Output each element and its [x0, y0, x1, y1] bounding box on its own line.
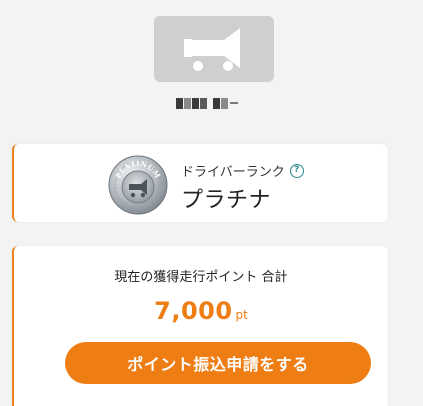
point-transfer-request-button[interactable]: ポイント振込申請をする — [65, 342, 371, 384]
username — [176, 96, 238, 110]
rank-caption-label: ドライバーランク — [181, 165, 285, 180]
truck-megaphone-icon — [184, 28, 240, 71]
avatar — [154, 16, 274, 82]
points-label: 現在の獲得走行ポイント 合計 — [114, 270, 288, 285]
points-unit: pt — [235, 308, 248, 322]
points-card: 現在の獲得走行ポイント 合計 7,000 pt ポイント振込申請をする — [12, 246, 388, 406]
points-total: 7,000 pt — [14, 297, 388, 325]
rank-name: プラチナ — [181, 188, 272, 213]
masked-username — [176, 97, 238, 109]
question-circle-icon[interactable]: ? — [289, 163, 304, 178]
rank-caption: ドライバーランク ? — [181, 161, 304, 180]
platinum-badge-icon: PLATINUM — [107, 154, 169, 216]
driver-rank-card: PLATINUM ドライバーランク ? プラチナ — [12, 144, 388, 222]
points-value: 7,000 — [154, 297, 233, 325]
